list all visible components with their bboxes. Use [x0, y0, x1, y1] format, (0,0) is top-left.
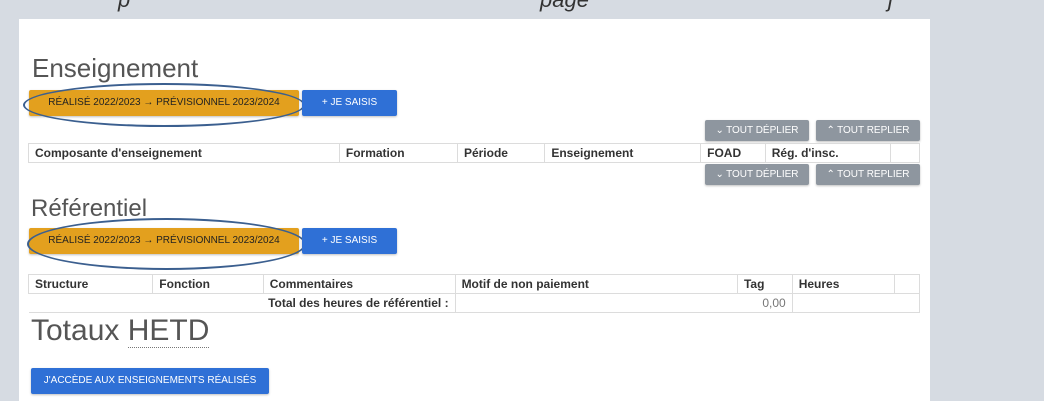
col-fonction: Fonction	[152, 274, 264, 294]
tout-deplier-button-2[interactable]: ⌄ TOUT DÉPLIER	[705, 164, 809, 185]
col-formation: Formation	[338, 143, 458, 163]
col-actions	[894, 274, 920, 294]
realise-to-previsionnel-button[interactable]: RÉALISÉ 2022/2023 → PRÉVISIONNEL 2023/20…	[29, 90, 299, 116]
col-commentaires: Commentaires	[262, 274, 456, 294]
total-value: 0,00	[454, 293, 793, 313]
chevron-up-icon: ⌃	[826, 125, 835, 136]
col-reg-insc: Rég. d'insc.	[764, 143, 892, 163]
main-panel: Enseignement RÉALISÉ 2022/2023 → PRÉVISI…	[19, 19, 930, 401]
referentiel-table: Structure Fonction Commentaires Motif de…	[27, 274, 921, 313]
realise-to-previsionnel-button-2[interactable]: RÉALISÉ 2022/2023 → PRÉVISIONNEL 2023/20…	[29, 228, 299, 254]
col-motif: Motif de non paiement	[454, 274, 738, 294]
top-caption: p page j	[0, 0, 1044, 16]
chevron-down-icon: ⌄	[715, 169, 724, 180]
table-header-row: Composante d'enseignement Formation Péri…	[28, 143, 920, 163]
enseignement-table: Composante d'enseignement Formation Péri…	[28, 143, 920, 163]
chevron-down-icon: ⌄	[715, 125, 724, 136]
je-saisis-button-2[interactable]: + JE SAISIS	[302, 228, 397, 254]
col-composante: Composante d'enseignement	[28, 143, 340, 163]
hetd-abbr: HETD	[127, 314, 210, 348]
chevron-up-icon: ⌃	[826, 169, 835, 180]
tout-replier-button[interactable]: ⌃ TOUT REPLIER	[816, 120, 920, 141]
col-heures: Heures	[791, 274, 896, 294]
col-structure: Structure	[27, 274, 154, 294]
col-enseignement: Enseignement	[544, 143, 702, 163]
col-actions	[890, 143, 920, 163]
total-label: Total des heures de référentiel :	[28, 293, 456, 313]
col-tag: Tag	[736, 274, 793, 294]
section-title-referentiel: Référentiel	[31, 195, 148, 222]
section-title-enseignement: Enseignement	[32, 53, 199, 83]
table-header-row: Structure Fonction Commentaires Motif de…	[27, 274, 920, 294]
tout-replier-button-2[interactable]: ⌃ TOUT REPLIER	[816, 164, 920, 185]
je-saisis-button[interactable]: + JE SAISIS	[302, 90, 397, 116]
tout-deplier-button[interactable]: ⌄ TOUT DÉPLIER	[705, 120, 809, 141]
col-periode: Période	[456, 143, 546, 163]
total-row: Total des heures de référentiel : 0,00	[28, 293, 921, 313]
col-foad: FOAD	[700, 143, 766, 163]
access-realised-button[interactable]: J'ACCÈDE AUX ENSEIGNEMENTS RÉALISÉS	[31, 368, 269, 394]
top-caption-text: p	[118, 0, 130, 11]
section-title-totaux: Totaux HETD	[31, 314, 210, 348]
